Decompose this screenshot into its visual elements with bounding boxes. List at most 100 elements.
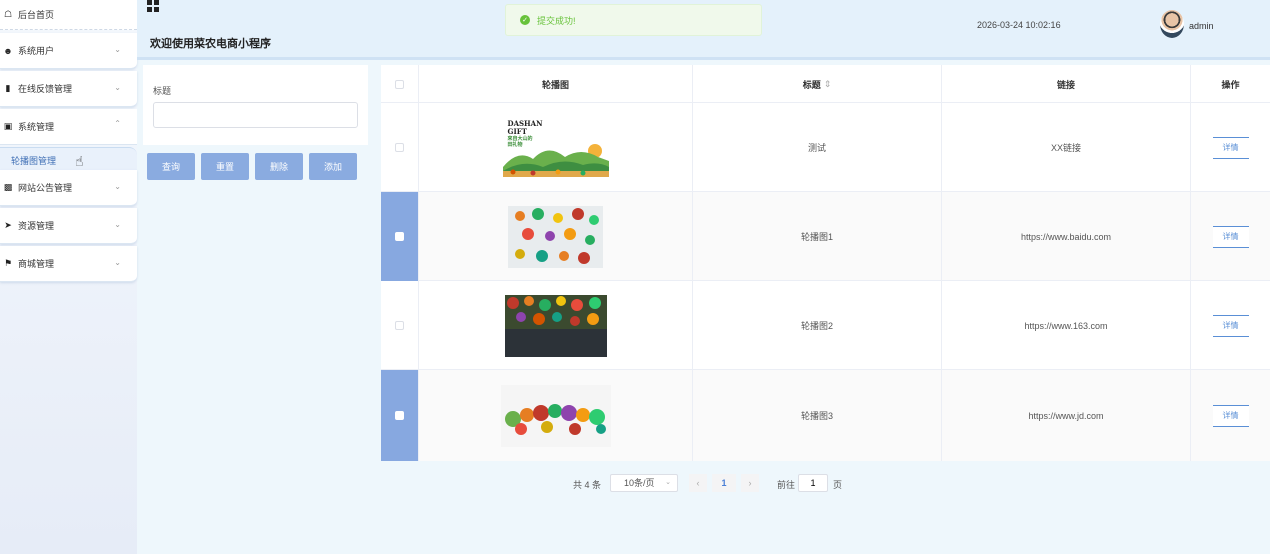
row-select-cell bbox=[381, 281, 419, 370]
mountain-illustration bbox=[502, 143, 609, 177]
detail-button[interactable]: 详情 bbox=[1212, 404, 1249, 427]
page-number-current[interactable]: 1 bbox=[712, 474, 736, 492]
link-cell: https://www.baidu.com bbox=[942, 192, 1191, 281]
success-toast: ✓ 提交成功! bbox=[505, 4, 762, 36]
sort-icon[interactable]: ⇕ bbox=[824, 79, 832, 90]
detail-button[interactable]: 详情 bbox=[1212, 225, 1249, 248]
carousel-table: 轮播图 标题 ⇕ 链接 操作 DASHAN GIFT 來自大山的 田礼物 测试 … bbox=[381, 65, 1270, 461]
title-label: 标题 bbox=[153, 86, 172, 96]
query-button[interactable]: 查询 bbox=[147, 153, 195, 180]
goto-page-input[interactable] bbox=[798, 474, 828, 492]
sidebar-item-users[interactable]: ☻ 系统用户 ⌄ bbox=[0, 33, 137, 69]
chevron-down-icon: ⌄ bbox=[114, 258, 121, 267]
table-row: 轮播图3 https://www.jd.com 详情 bbox=[381, 370, 1270, 461]
column-header-title[interactable]: 标题 ⇕ bbox=[693, 65, 942, 103]
chevron-down-icon: ⌄ bbox=[114, 220, 121, 229]
monitor-icon: ▩ bbox=[3, 182, 13, 192]
row-checkbox[interactable] bbox=[395, 143, 404, 152]
page-size-value: 10条/页 bbox=[624, 478, 655, 488]
sidebar-item-resources[interactable]: ➤ 资源管理 ⌄ bbox=[0, 208, 137, 244]
chevron-down-icon: ⌄ bbox=[114, 45, 121, 54]
column-header-link: 链接 bbox=[942, 65, 1191, 103]
sidebar-item-label: 网站公告管理 bbox=[18, 183, 73, 193]
image-cell: DASHAN GIFT 來自大山的 田礼物 bbox=[419, 103, 693, 192]
link-cell: https://www.163.com bbox=[942, 281, 1191, 370]
top-bar: 欢迎使用菜农电商小程序 ✓ 提交成功! 2026-03-24 10:02:16 … bbox=[137, 0, 1270, 60]
total-count: 共 4 条 bbox=[573, 480, 602, 490]
sidebar-item-label: 资源管理 bbox=[18, 221, 55, 231]
page-unit-label: 页 bbox=[833, 480, 843, 490]
sidebar: ☖ 后台首页 ☻ 系统用户 ⌄ ▮ 在线反馈管理 ⌄ ▣ 系统管理 ⌃ 轮播图管… bbox=[0, 0, 137, 554]
row-checkbox[interactable] bbox=[395, 232, 404, 241]
goto-label: 前往 bbox=[777, 480, 796, 490]
action-cell: 详情 bbox=[1191, 281, 1270, 370]
table-row: 轮播图1 https://www.baidu.com 详情 bbox=[381, 192, 1270, 281]
check-circle-icon: ✓ bbox=[520, 15, 530, 25]
title-cell: 轮播图3 bbox=[693, 370, 942, 461]
link-cell: https://www.jd.com bbox=[942, 370, 1191, 461]
sidebar-item-feedback[interactable]: ▮ 在线反馈管理 ⌄ bbox=[0, 71, 137, 107]
table-row: DASHAN GIFT 來自大山的 田礼物 测试 XX链接 详情 bbox=[381, 103, 1270, 192]
action-cell: 详情 bbox=[1191, 192, 1270, 281]
carousel-thumbnail bbox=[504, 294, 607, 357]
carousel-thumbnail bbox=[500, 384, 611, 447]
sidebar-item-label: 系统管理 bbox=[18, 122, 55, 132]
pagination: 共 4 条 10条/页 ⌄ ‹ 1 › 前往 页 bbox=[0, 474, 1270, 492]
next-page-button[interactable]: › bbox=[741, 474, 759, 492]
user-icon: ☻ bbox=[3, 45, 13, 56]
avatar[interactable] bbox=[1160, 10, 1184, 38]
link-cell: XX链接 bbox=[942, 103, 1191, 192]
prev-page-button[interactable]: ‹ bbox=[689, 474, 707, 492]
action-cell: 详情 bbox=[1191, 370, 1270, 461]
flag-icon: ⚑ bbox=[3, 258, 13, 268]
row-select-cell bbox=[381, 192, 419, 281]
row-select-cell bbox=[381, 103, 419, 192]
title-cell: 轮播图1 bbox=[693, 192, 942, 281]
sidebar-item-home[interactable]: ☖ 后台首页 bbox=[0, 0, 137, 30]
chevron-down-icon: ⌄ bbox=[665, 479, 671, 486]
carousel-thumbnail bbox=[508, 205, 603, 268]
table-row: 轮播图2 https://www.163.com 详情 bbox=[381, 281, 1270, 370]
sidebar-item-label: 后台首页 bbox=[18, 10, 55, 20]
column-header-image: 轮播图 bbox=[419, 65, 693, 103]
hand-cursor-icon: ☝ bbox=[75, 153, 84, 169]
sidebar-item-label: 商城管理 bbox=[18, 259, 55, 269]
reset-button[interactable]: 重置 bbox=[201, 153, 249, 180]
column-header-action: 操作 bbox=[1221, 79, 1240, 90]
title-input[interactable] bbox=[153, 102, 358, 128]
sidebar-item-mall[interactable]: ⚑ 商城管理 ⌄ bbox=[0, 246, 137, 282]
row-checkbox[interactable] bbox=[395, 411, 404, 420]
sidebar-item-system[interactable]: ▣ 系统管理 ⌃ bbox=[0, 109, 137, 145]
table-header: 轮播图 标题 ⇕ 链接 操作 bbox=[381, 65, 1270, 103]
select-all-cell bbox=[381, 65, 419, 103]
search-panel: 标题 bbox=[143, 65, 368, 145]
chevron-up-icon: ⌃ bbox=[114, 119, 121, 128]
column-header-label: 标题 bbox=[802, 79, 821, 90]
sidebar-subitem-label: 轮播图管理 bbox=[11, 156, 57, 166]
title-cell: 轮播图2 bbox=[693, 281, 942, 370]
page-title: 欢迎使用菜农电商小程序 bbox=[150, 37, 271, 50]
username[interactable]: admin bbox=[1189, 21, 1214, 31]
sidebar-item-notice[interactable]: ▩ 网站公告管理 ⌄ bbox=[0, 170, 137, 206]
image-cell bbox=[419, 281, 693, 370]
delete-button[interactable]: 删除 bbox=[255, 153, 303, 180]
chat-icon: ▣ bbox=[3, 121, 13, 131]
detail-button[interactable]: 详情 bbox=[1212, 314, 1249, 337]
page-size-select[interactable]: 10条/页 ⌄ bbox=[610, 474, 678, 492]
sidebar-item-label: 在线反馈管理 bbox=[18, 84, 73, 94]
send-icon: ➤ bbox=[4, 220, 12, 230]
image-cell bbox=[419, 192, 693, 281]
home-icon: ☖ bbox=[3, 9, 13, 19]
chevron-down-icon: ⌄ bbox=[114, 182, 121, 191]
menu-grid-icon[interactable] bbox=[147, 0, 160, 13]
title-cell: 测试 bbox=[693, 103, 942, 192]
select-all-checkbox[interactable] bbox=[395, 79, 404, 89]
chevron-down-icon: ⌄ bbox=[114, 83, 121, 92]
image-cell bbox=[419, 370, 693, 461]
bar-chart-icon: ▮ bbox=[5, 83, 11, 93]
row-checkbox[interactable] bbox=[395, 321, 404, 330]
row-select-cell bbox=[381, 370, 419, 461]
action-cell: 详情 bbox=[1191, 103, 1270, 192]
add-button[interactable]: 添加 bbox=[309, 153, 357, 180]
detail-button[interactable]: 详情 bbox=[1212, 136, 1249, 159]
